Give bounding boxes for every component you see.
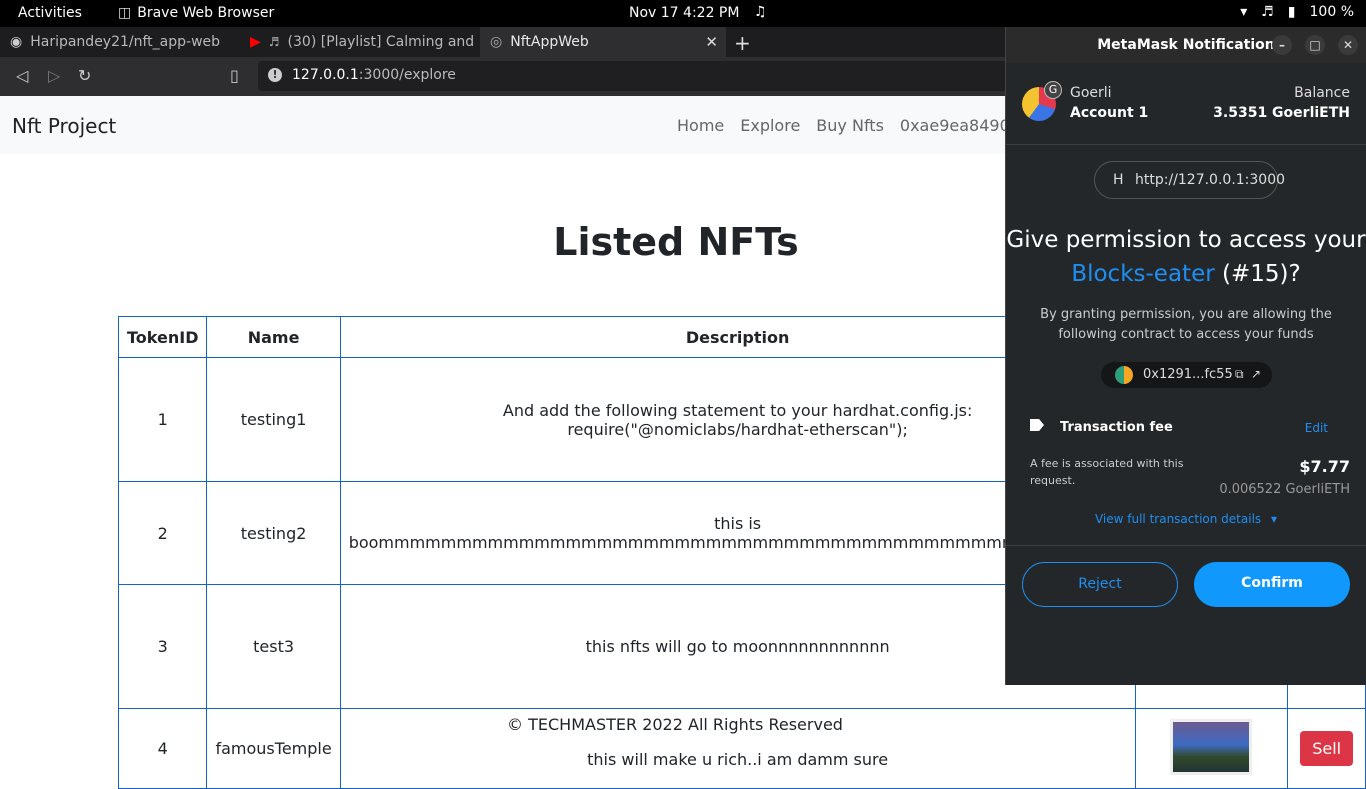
tab-title: Haripandey21/nft_app-web	[30, 34, 221, 50]
battery-level: 100 %	[1309, 4, 1354, 20]
fee-eth: 0.006522 GoerliETH	[1219, 482, 1350, 497]
cell-tokenid: 3	[117, 584, 208, 709]
system-tray[interactable]: ▾ ♬ ▮ 100 %	[1240, 4, 1354, 20]
account-header: G Goerli Account 1 Balance 3.5351 Goerli…	[1006, 63, 1366, 145]
wifi-icon: ▾	[1240, 4, 1248, 20]
volume-icon: ♬	[1261, 4, 1274, 20]
audio-playing-icon[interactable]: ♬	[269, 35, 280, 49]
bookmark-icon[interactable]: ▯	[230, 66, 239, 85]
account-avatar[interactable]: G	[1022, 81, 1062, 121]
origin-url: http://127.0.0.1:3000	[1135, 172, 1286, 188]
token-name-link[interactable]: Blocks-eater	[1071, 261, 1214, 287]
app-menu[interactable]: ◫ Brave Web Browser	[118, 5, 274, 21]
system-top-bar: Activities ◫ Brave Web Browser Nov 17 4:…	[0, 0, 1366, 27]
origin-pill: H http://127.0.0.1:3000	[1094, 161, 1285, 199]
minimize-icon[interactable]: –	[1272, 35, 1292, 55]
fee-note: A fee is associated with this request.	[1030, 457, 1184, 487]
permission-title-text: Give permission to access your	[1006, 227, 1366, 253]
reload-icon[interactable]: ↻	[78, 66, 91, 85]
permission-title: Give permission to access your Blocks-ea…	[1006, 223, 1366, 291]
maximize-icon[interactable]: □	[1305, 35, 1325, 55]
window-title: MetaMask Notification	[1097, 37, 1275, 53]
reject-button[interactable]: Reject	[1022, 562, 1178, 607]
tab-title: (30) [Playlist] Calming and	[287, 34, 475, 50]
metamask-titlebar: MetaMask Notification – □ ✕	[1006, 27, 1366, 63]
tab-youtube[interactable]: ▶ ♬ (30) [Playlist] Calming and	[240, 27, 478, 57]
site-nav-links: Home Explore Buy Nfts 0xae9ea84908b	[677, 116, 1030, 135]
nav-explore[interactable]: Explore	[740, 116, 800, 135]
header-name: Name	[206, 316, 341, 358]
contract-identicon	[1115, 366, 1133, 384]
copy-icon[interactable]: ⧉	[1235, 367, 1244, 382]
new-tab-button[interactable]: +	[734, 31, 751, 55]
nav-buy-nfts[interactable]: Buy Nfts	[816, 116, 884, 135]
fee-label: Transaction fee	[1060, 420, 1173, 435]
close-window-icon[interactable]: ✕	[1338, 35, 1358, 55]
brave-lion-icon: ◫	[118, 5, 132, 21]
token-id: (#15)?	[1221, 261, 1301, 287]
github-icon: ◉	[10, 34, 23, 50]
clock[interactable]: Nov 17 4:22 PM	[629, 5, 739, 21]
site-info-icon[interactable]: !	[268, 68, 282, 82]
alarm-bell-icon: ♫	[754, 4, 767, 20]
nav-home[interactable]: Home	[677, 116, 724, 135]
tab-nftappweb[interactable]: ◎ NftAppWeb ✕	[480, 27, 726, 57]
cell-tokenid: 1	[117, 357, 208, 482]
confirm-button[interactable]: Confirm	[1194, 562, 1350, 607]
permission-description: By granting permission, you are allowing…	[1040, 307, 1332, 342]
cell-name: test3	[206, 584, 341, 709]
battery-icon: ▮	[1287, 4, 1296, 20]
cell-name: testing1	[206, 357, 341, 482]
footer: © TECHMASTER 2022 All Rights Reserved	[507, 715, 843, 734]
caret-down-icon: ▾	[1270, 512, 1278, 526]
tag-icon	[1030, 419, 1044, 431]
divider	[1006, 545, 1366, 546]
address-bar[interactable]: ! 127.0.0.1:3000/explore	[258, 61, 1018, 91]
contract-address-pill: 0x1291...fc55 ⧉ ↗	[1101, 362, 1272, 388]
back-icon[interactable]: ◁	[16, 66, 28, 85]
globe-icon: ◎	[490, 34, 503, 50]
tab-github[interactable]: ◉ Haripandey21/nft_app-web	[0, 27, 240, 57]
balance-label: Balance	[1294, 85, 1350, 101]
cell-tokenid: 2	[117, 481, 208, 585]
app-name: Brave Web Browser	[137, 5, 275, 21]
balance-value: 3.5351 GoerliETH	[1213, 105, 1350, 121]
close-tab-icon[interactable]: ✕	[705, 33, 718, 51]
edit-fee-link[interactable]: Edit	[1305, 421, 1328, 435]
desc-line: this will make u rich..i am damm sure	[587, 750, 889, 769]
forward-icon[interactable]: ▷	[48, 66, 60, 85]
network-badge-icon: G	[1044, 81, 1062, 99]
view-details-link[interactable]: View full transaction details ▾	[1006, 512, 1366, 526]
origin-initial: H	[1113, 172, 1124, 188]
url-host: 127.0.0.1	[292, 67, 359, 83]
network-name: Goerli	[1070, 85, 1112, 101]
external-link-icon[interactable]: ↗	[1251, 367, 1261, 381]
url-path: :3000/explore	[358, 67, 456, 83]
header-tokenid: TokenID	[117, 316, 208, 358]
contract-address: 0x1291...fc55	[1143, 367, 1233, 382]
details-text: View full transaction details	[1094, 512, 1262, 526]
sell-button[interactable]: Sell	[1300, 731, 1354, 766]
youtube-icon: ▶	[250, 34, 261, 50]
site-brand[interactable]: Nft Project	[12, 114, 116, 138]
activities-button[interactable]: Activities	[18, 5, 82, 21]
tab-title: NftAppWeb	[510, 34, 589, 50]
account-name: Account 1	[1070, 105, 1149, 121]
transaction-fee-row: Transaction fee	[1030, 419, 1173, 435]
metamask-window: MetaMask Notification – □ ✕ G Goerli Acc…	[1005, 27, 1366, 685]
cell-name: testing2	[206, 481, 341, 585]
fee-usd: $7.77	[1299, 457, 1350, 476]
